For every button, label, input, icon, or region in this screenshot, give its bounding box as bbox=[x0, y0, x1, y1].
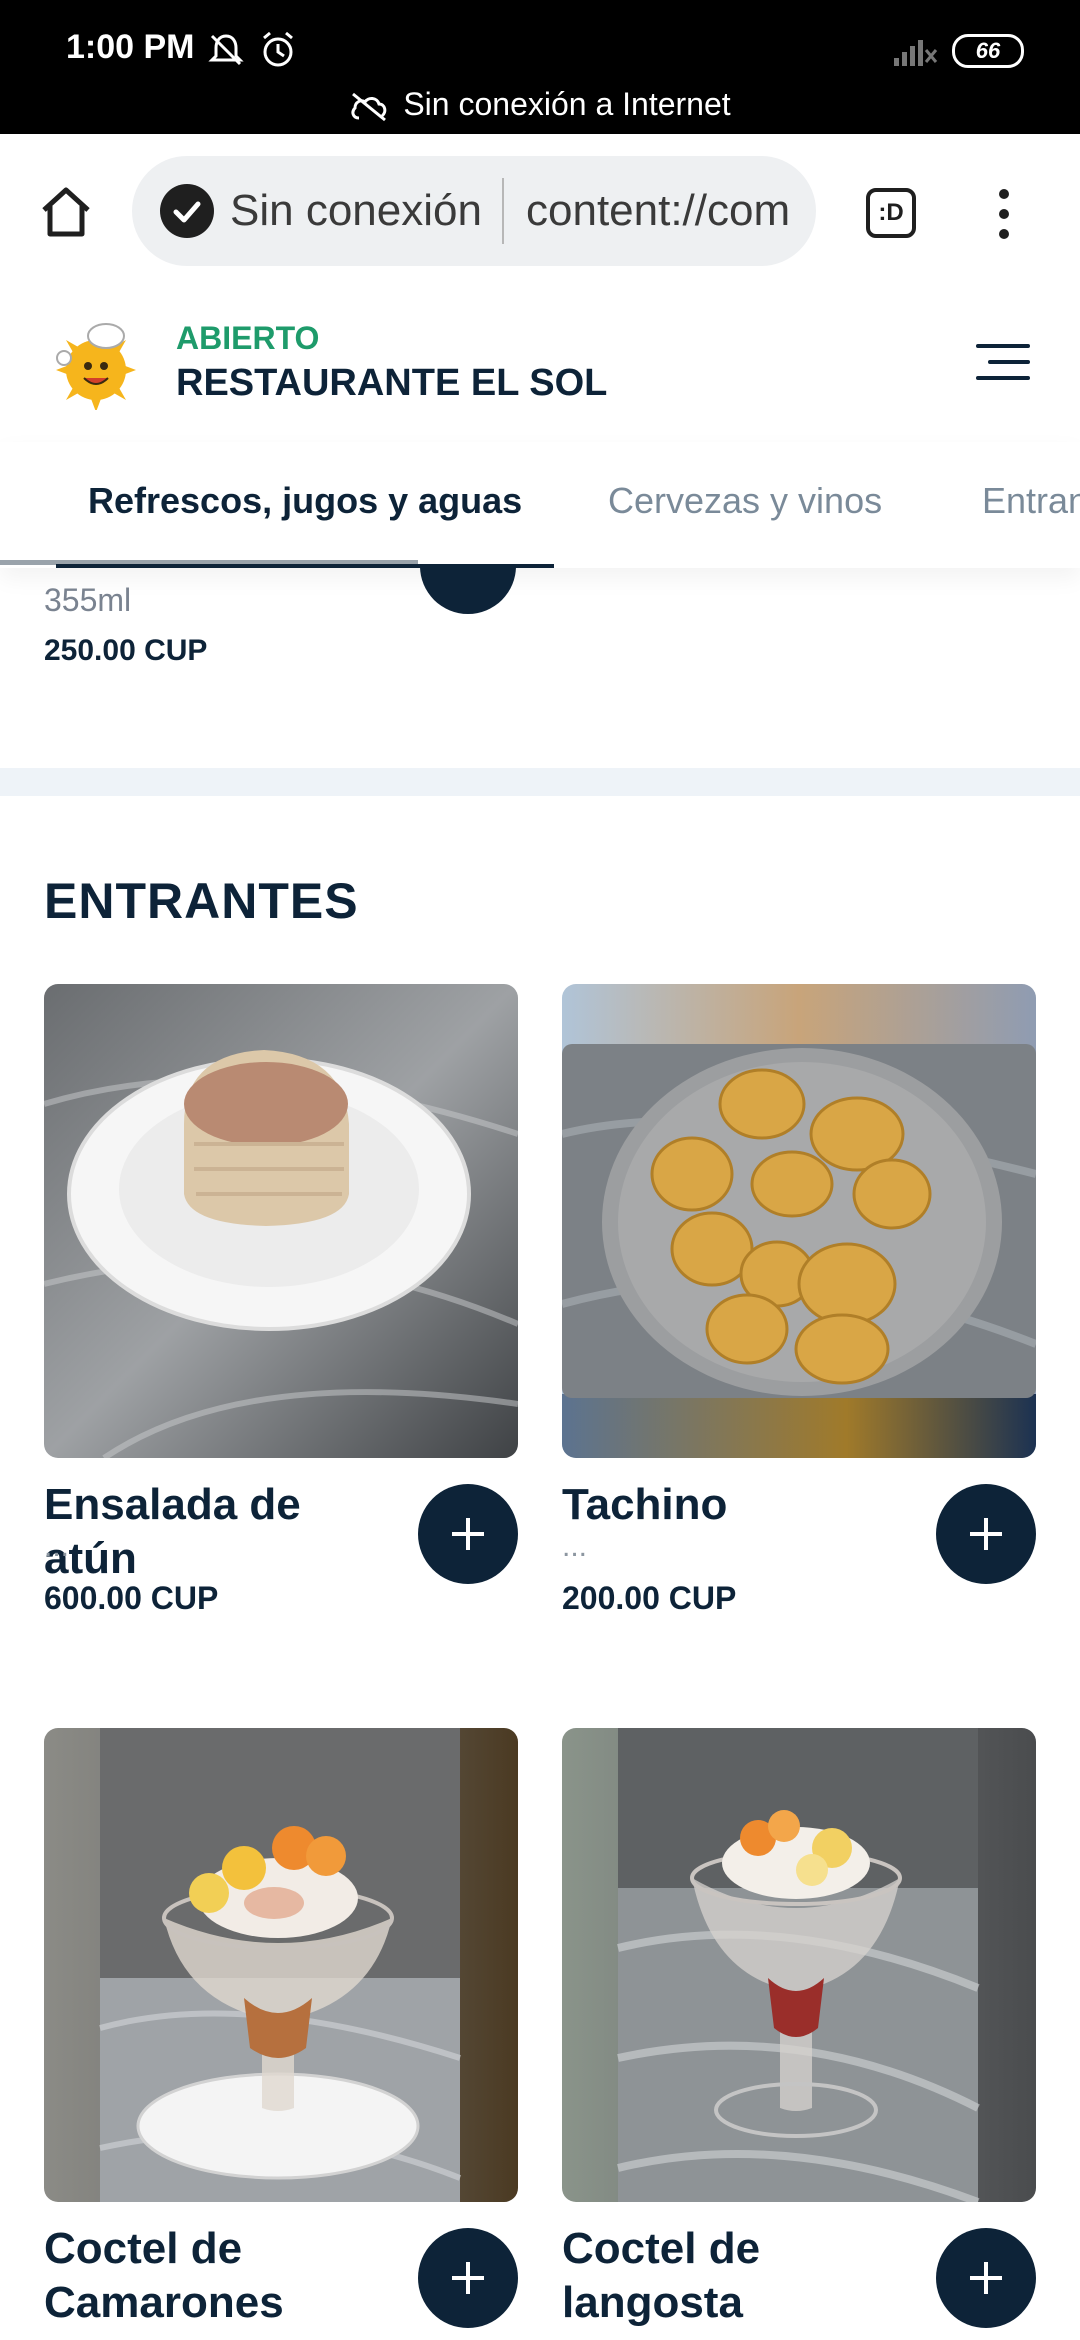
category-tabs: Refrescos, jugos y aguas Cervezas y vino… bbox=[0, 442, 1080, 568]
offline-check-icon bbox=[160, 184, 214, 238]
product-name: Coctel de langosta bbox=[562, 2224, 761, 2327]
address-bar[interactable]: Sin conexión content://com bbox=[132, 156, 816, 266]
hamburger-menu-icon[interactable] bbox=[976, 344, 1030, 384]
section-divider bbox=[0, 768, 1080, 796]
add-to-cart-button[interactable] bbox=[418, 1484, 518, 1584]
offline-message: Sin conexión a Internet bbox=[403, 86, 731, 122]
status-time: 1:00 PM bbox=[66, 28, 195, 66]
add-to-cart-button[interactable] bbox=[936, 2228, 1036, 2328]
product-image[interactable] bbox=[44, 1728, 518, 2202]
signal-no-service-icon bbox=[894, 36, 938, 71]
offline-status-label: Sin conexión bbox=[230, 186, 482, 235]
status-bar: 1:00 PM 66 Sin conexión a Internet bbox=[0, 0, 1080, 134]
product-image[interactable] bbox=[562, 1728, 1036, 2202]
add-to-cart-button[interactable] bbox=[936, 1484, 1036, 1584]
tab-switcher-button[interactable]: :D bbox=[866, 188, 916, 238]
product-image[interactable] bbox=[562, 984, 1036, 1458]
address-separator bbox=[502, 178, 504, 244]
tab-refrescos[interactable]: Refrescos, jugos y aguas bbox=[88, 480, 522, 522]
section-title: ENTRANTES bbox=[44, 873, 359, 929]
restaurant-header: ABIERTO RESTAURANTE EL SOL bbox=[0, 290, 1080, 442]
product-price: 250.00 CUP bbox=[44, 634, 208, 667]
product-image[interactable] bbox=[44, 984, 518, 1458]
alarm-icon bbox=[258, 30, 298, 75]
restaurant-logo bbox=[50, 318, 142, 412]
add-button[interactable] bbox=[420, 568, 516, 614]
product-name: Coctel de Camarones bbox=[44, 2224, 284, 2327]
tab-entrantes[interactable]: Entrantes bbox=[982, 480, 1080, 522]
product-price: 600.00 CUP bbox=[44, 1580, 219, 1616]
product-name: Ensalada de atún bbox=[44, 1480, 301, 1583]
product-price: 200.00 CUP bbox=[562, 1580, 737, 1616]
restaurant-name: RESTAURANTE EL SOL bbox=[176, 362, 608, 404]
cloud-off-icon bbox=[351, 92, 387, 121]
offline-banner: Sin conexión a Internet bbox=[0, 86, 1080, 123]
tab-cervezas[interactable]: Cervezas y vinos bbox=[608, 480, 882, 522]
battery-indicator: 66 bbox=[952, 34, 1024, 68]
previous-product-card: 355ml 250.00 CUP bbox=[0, 568, 1080, 768]
browser-toolbar: Sin conexión content://com :D bbox=[0, 134, 1080, 292]
product-description: ... bbox=[562, 1530, 588, 1563]
product-description: ... bbox=[44, 1530, 70, 1563]
add-to-cart-button[interactable] bbox=[418, 2228, 518, 2328]
product-name: Tachino bbox=[562, 1480, 728, 1529]
open-status-badge: ABIERTO bbox=[176, 320, 320, 356]
product-size: 355ml bbox=[44, 582, 132, 618]
home-icon[interactable] bbox=[36, 182, 96, 247]
url-text[interactable]: content://com bbox=[526, 186, 790, 236]
mute-notifications-icon bbox=[206, 30, 246, 75]
more-options-icon[interactable] bbox=[994, 186, 1014, 247]
